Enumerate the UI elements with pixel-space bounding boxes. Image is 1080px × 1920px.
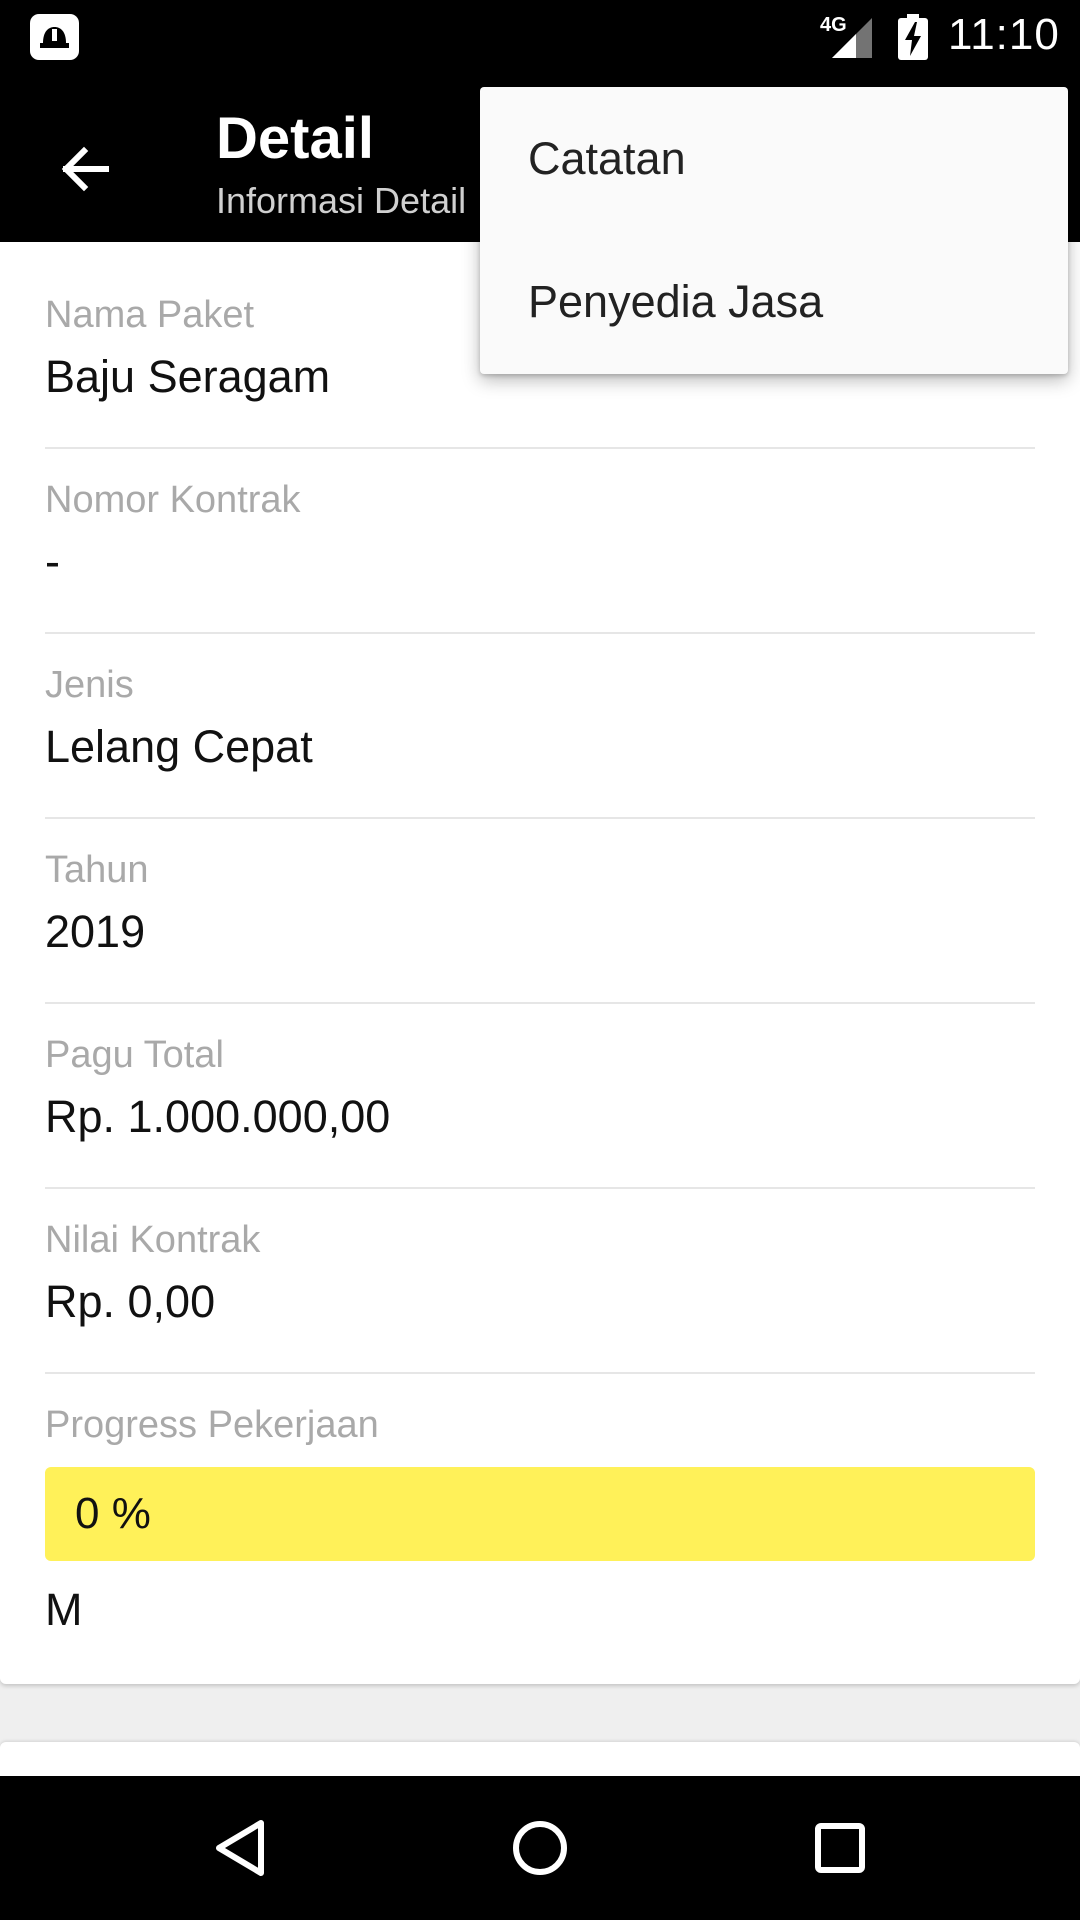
field-label: Progress Pekerjaan (45, 1404, 379, 1446)
divider (45, 632, 1035, 634)
square-recents-icon (815, 1823, 865, 1873)
status-bar: 4G 11:10 (0, 0, 1080, 75)
screen: 4G 11:10 Detail Informasi Detail Nama Pa… (0, 0, 1080, 1920)
field-nilai-kontrak: Nilai Kontrak Rp. 0,00 (45, 1219, 1035, 1328)
field-jenis: Jenis Lelang Cepat (45, 664, 1035, 773)
field-label: Nilai Kontrak (45, 1219, 261, 1261)
triangle-back-icon (216, 1820, 264, 1876)
progress-value: 0 % (75, 1489, 151, 1538)
page-title: Detail (216, 106, 374, 171)
progress-bar: 0 % (45, 1467, 1035, 1561)
circle-home-icon (513, 1821, 567, 1875)
nav-home-button[interactable] (495, 1803, 585, 1893)
field-value: Lelang Cepat (45, 721, 313, 772)
battery-charging-icon (898, 14, 928, 60)
field-value: 2019 (45, 906, 146, 957)
cellular-signal-icon: 4G (820, 14, 876, 60)
field-label: Nomor Kontrak (45, 479, 301, 521)
field-label: Pagu Total (45, 1034, 224, 1076)
field-pagu-total: Pagu Total Rp. 1.000.000,00 (45, 1034, 1035, 1143)
navigation-bar (0, 1776, 1080, 1920)
field-nomor-kontrak: Nomor Kontrak - (45, 479, 1035, 588)
field-label: Jenis (45, 664, 134, 706)
divider (45, 1002, 1035, 1004)
status-time: 11:10 (948, 10, 1060, 59)
field-value: Rp. 0,00 (45, 1276, 216, 1327)
divider (45, 1372, 1035, 1374)
field-value: Rp. 1.000.000,00 (45, 1091, 391, 1142)
field-tahun: Tahun 2019 (45, 849, 1035, 958)
divider (45, 1187, 1035, 1189)
arrow-back-icon (61, 146, 109, 192)
detail-card: Nama Paket Baju Seragam Nomor Kontrak - … (0, 242, 1080, 1684)
field-value: - (45, 536, 60, 587)
helmet-icon (30, 14, 79, 60)
nav-back-button[interactable] (195, 1803, 285, 1893)
menu-item-catatan[interactable]: Catatan (480, 87, 1068, 230)
divider (45, 817, 1035, 819)
overflow-menu: Catatan Penyedia Jasa (480, 87, 1068, 374)
back-button[interactable] (40, 125, 128, 213)
divider (45, 447, 1035, 449)
page-subtitle: Informasi Detail (216, 180, 467, 221)
field-progress: Progress Pekerjaan (45, 1404, 1035, 1447)
menu-item-penyedia-jasa[interactable]: Penyedia Jasa (480, 230, 1068, 373)
nav-recents-button[interactable] (795, 1803, 885, 1893)
field-label: Tahun (45, 849, 149, 891)
progress-extra-text: M (45, 1584, 83, 1635)
